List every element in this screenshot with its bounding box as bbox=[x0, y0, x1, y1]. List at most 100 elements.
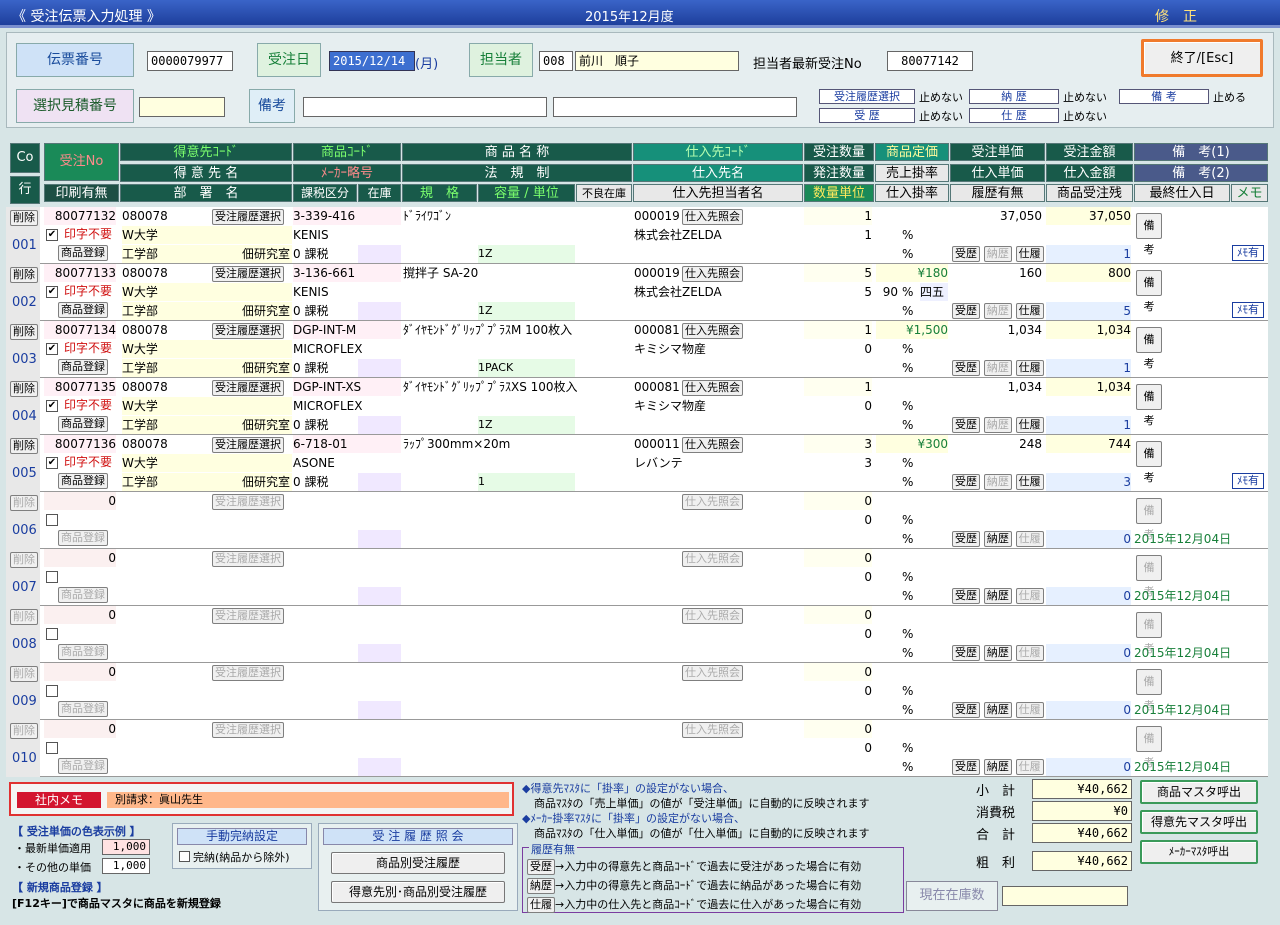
remarks-button[interactable]: 備考 bbox=[1136, 384, 1162, 427]
print-checkbox[interactable]: ✔ bbox=[46, 343, 58, 355]
staff-code-field[interactable]: 008 bbox=[539, 51, 573, 71]
remarks-field-2[interactable] bbox=[553, 97, 797, 117]
order-history-button[interactable]: 受歴 bbox=[952, 531, 980, 547]
product-history-button[interactable]: 商品別受注履歴 bbox=[331, 852, 505, 874]
complete-checkbox[interactable] bbox=[179, 851, 190, 862]
supplier-inquiry-button[interactable]: 仕入先照会 bbox=[682, 722, 743, 738]
register-product-button[interactable]: 商品登録 bbox=[58, 245, 108, 261]
supplier-inquiry-button[interactable]: 仕入先照会 bbox=[682, 323, 743, 339]
purchase-history-button[interactable]: 仕履 bbox=[1015, 303, 1044, 319]
delivery-history-button[interactable]: 納歴 bbox=[983, 474, 1012, 490]
print-checkbox[interactable]: ✔ bbox=[46, 457, 58, 469]
remarks-button[interactable]: 備考 bbox=[1136, 441, 1162, 484]
memo-flag[interactable]: ﾒﾓ有 bbox=[1232, 302, 1264, 318]
order-history-select-button[interactable]: 受注履歴選択 bbox=[212, 551, 284, 567]
delivery-history-button[interactable]: 納歴 bbox=[983, 360, 1012, 376]
opt-delivery-value[interactable]: 止めない bbox=[1063, 89, 1107, 105]
delivery-history-button[interactable]: 納歴 bbox=[983, 645, 1012, 661]
purchase-history-button[interactable]: 仕履 bbox=[1015, 645, 1044, 661]
print-checkbox[interactable]: ✔ bbox=[46, 286, 58, 298]
opt-history-select-value[interactable]: 止めない bbox=[919, 89, 963, 105]
remarks-button[interactable]: 備考 bbox=[1136, 612, 1162, 655]
order-history-select-button[interactable]: 受注履歴選択 bbox=[212, 665, 284, 681]
register-product-button[interactable]: 商品登録 bbox=[58, 530, 108, 546]
order-history-select-button[interactable]: 受注履歴選択 bbox=[212, 209, 284, 225]
customer-master-button[interactable]: 得意先マスタ呼出 bbox=[1140, 810, 1258, 834]
register-product-button[interactable]: 商品登録 bbox=[58, 701, 108, 717]
delete-button[interactable]: 削除 bbox=[10, 666, 38, 682]
order-history-button[interactable]: 受歴 bbox=[952, 588, 980, 604]
exit-button[interactable]: 終了/[Esc] bbox=[1141, 39, 1263, 77]
delete-button[interactable]: 削除 bbox=[10, 267, 38, 283]
register-product-button[interactable]: 商品登録 bbox=[58, 302, 108, 318]
supplier-inquiry-button[interactable]: 仕入先照会 bbox=[682, 494, 743, 510]
order-history-button[interactable]: 受歴 bbox=[952, 360, 980, 376]
memo-flag[interactable]: ﾒﾓ有 bbox=[1232, 245, 1264, 261]
supplier-inquiry-button[interactable]: 仕入先照会 bbox=[682, 437, 743, 453]
register-product-button[interactable]: 商品登録 bbox=[58, 416, 108, 432]
order-history-button[interactable]: 受歴 bbox=[952, 246, 980, 262]
delivery-history-button[interactable]: 納歴 bbox=[983, 759, 1012, 775]
order-history-button[interactable]: 受歴 bbox=[952, 759, 980, 775]
opt-purchase-hist-value[interactable]: 止めない bbox=[1063, 108, 1107, 124]
order-history-button[interactable]: 受歴 bbox=[952, 417, 980, 433]
delete-button[interactable]: 削除 bbox=[10, 552, 38, 568]
delivery-history-button[interactable]: 納歴 bbox=[983, 702, 1012, 718]
delivery-history-button[interactable]: 納歴 bbox=[983, 531, 1012, 547]
register-product-button[interactable]: 商品登録 bbox=[58, 359, 108, 375]
purchase-history-button[interactable]: 仕履 bbox=[1015, 759, 1044, 775]
remarks-button[interactable]: 備考 bbox=[1136, 555, 1162, 598]
register-product-button[interactable]: 商品登録 bbox=[58, 473, 108, 489]
remarks-button[interactable]: 備考 bbox=[1136, 270, 1162, 313]
print-checkbox[interactable] bbox=[46, 685, 58, 697]
delivery-history-button[interactable]: 納歴 bbox=[983, 303, 1012, 319]
opt-order-hist-value[interactable]: 止めない bbox=[919, 108, 963, 124]
order-history-button[interactable]: 受歴 bbox=[952, 474, 980, 490]
remarks-button[interactable]: 備考 bbox=[1136, 726, 1162, 769]
remarks-field-1[interactable] bbox=[303, 97, 547, 117]
purchase-history-button[interactable]: 仕履 bbox=[1015, 474, 1044, 490]
quote-number-field[interactable] bbox=[139, 97, 225, 117]
print-checkbox[interactable] bbox=[46, 742, 58, 754]
purchase-history-button[interactable]: 仕履 bbox=[1015, 531, 1044, 547]
register-product-button[interactable]: 商品登録 bbox=[58, 644, 108, 660]
slip-number-field[interactable]: 0000079977 bbox=[147, 51, 233, 71]
delete-button[interactable]: 削除 bbox=[10, 495, 38, 511]
purchase-history-button[interactable]: 仕履 bbox=[1015, 417, 1044, 433]
product-master-button[interactable]: 商品マスタ呼出 bbox=[1140, 780, 1258, 804]
customer-product-history-button[interactable]: 得意先別･商品別受注履歴 bbox=[331, 881, 505, 903]
delivery-history-button[interactable]: 納歴 bbox=[983, 417, 1012, 433]
delivery-history-button[interactable]: 納歴 bbox=[983, 246, 1012, 262]
register-product-button[interactable]: 商品登録 bbox=[58, 758, 108, 774]
order-history-button[interactable]: 受歴 bbox=[952, 645, 980, 661]
internal-memo-field[interactable]: 別請求：眞山先生 bbox=[107, 792, 509, 808]
print-checkbox[interactable] bbox=[46, 628, 58, 640]
order-history-select-button[interactable]: 受注履歴選択 bbox=[212, 437, 284, 453]
delivery-history-button[interactable]: 納歴 bbox=[983, 588, 1012, 604]
print-checkbox[interactable]: ✔ bbox=[46, 400, 58, 412]
supplier-inquiry-button[interactable]: 仕入先照会 bbox=[682, 551, 743, 567]
print-checkbox[interactable]: ✔ bbox=[46, 229, 58, 241]
supplier-inquiry-button[interactable]: 仕入先照会 bbox=[682, 266, 743, 282]
supplier-inquiry-button[interactable]: 仕入先照会 bbox=[682, 209, 743, 225]
delete-button[interactable]: 削除 bbox=[10, 723, 38, 739]
register-product-button[interactable]: 商品登録 bbox=[58, 587, 108, 603]
purchase-history-button[interactable]: 仕履 bbox=[1015, 702, 1044, 718]
opt-remarks-value[interactable]: 止める bbox=[1213, 89, 1246, 105]
remarks-button[interactable]: 備考 bbox=[1136, 327, 1162, 370]
memo-flag[interactable]: ﾒﾓ有 bbox=[1232, 473, 1264, 489]
purchase-history-button[interactable]: 仕履 bbox=[1015, 360, 1044, 376]
order-date-field[interactable]: 2015/12/14 bbox=[329, 51, 415, 71]
order-history-select-button[interactable]: 受注履歴選択 bbox=[212, 494, 284, 510]
order-history-select-button[interactable]: 受注履歴選択 bbox=[212, 266, 284, 282]
order-history-button[interactable]: 受歴 bbox=[952, 303, 980, 319]
delete-button[interactable]: 削除 bbox=[10, 210, 38, 226]
order-history-select-button[interactable]: 受注履歴選択 bbox=[212, 323, 284, 339]
remarks-button[interactable]: 備考 bbox=[1136, 669, 1162, 712]
supplier-inquiry-button[interactable]: 仕入先照会 bbox=[682, 665, 743, 681]
delete-button[interactable]: 削除 bbox=[10, 324, 38, 340]
purchase-history-button[interactable]: 仕履 bbox=[1015, 588, 1044, 604]
print-checkbox[interactable] bbox=[46, 571, 58, 583]
print-checkbox[interactable] bbox=[46, 514, 58, 526]
order-history-select-button[interactable]: 受注履歴選択 bbox=[212, 608, 284, 624]
